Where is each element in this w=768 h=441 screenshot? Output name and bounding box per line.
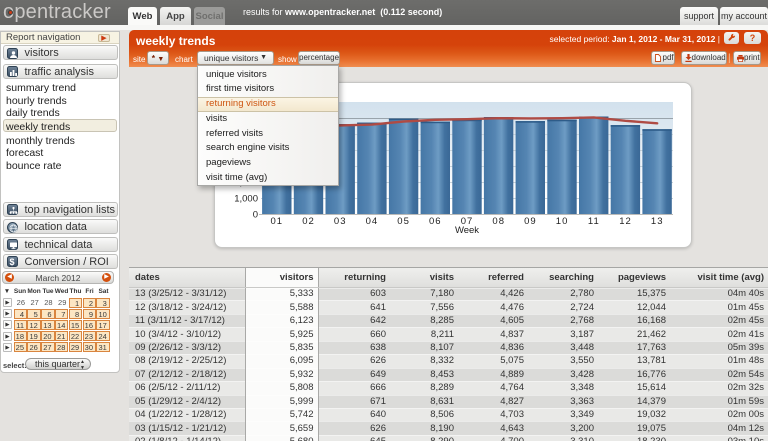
svg-text:01: 01: [271, 216, 284, 227]
svg-text:0: 0: [253, 210, 258, 221]
svg-text:1,000: 1,000: [234, 194, 258, 205]
svg-text:10: 10: [556, 216, 569, 227]
svg-text:11: 11: [588, 216, 600, 227]
svg-text:05: 05: [397, 216, 410, 227]
svg-text:Week: Week: [455, 225, 479, 236]
svg-text:12: 12: [619, 216, 632, 227]
svg-text:13: 13: [651, 216, 664, 227]
svg-text:02: 02: [302, 216, 315, 227]
svg-text:08: 08: [492, 216, 505, 227]
svg-text:09: 09: [524, 216, 537, 227]
svg-text:04: 04: [366, 216, 379, 227]
svg-text:06: 06: [429, 216, 442, 227]
svg-text:03: 03: [334, 216, 347, 227]
